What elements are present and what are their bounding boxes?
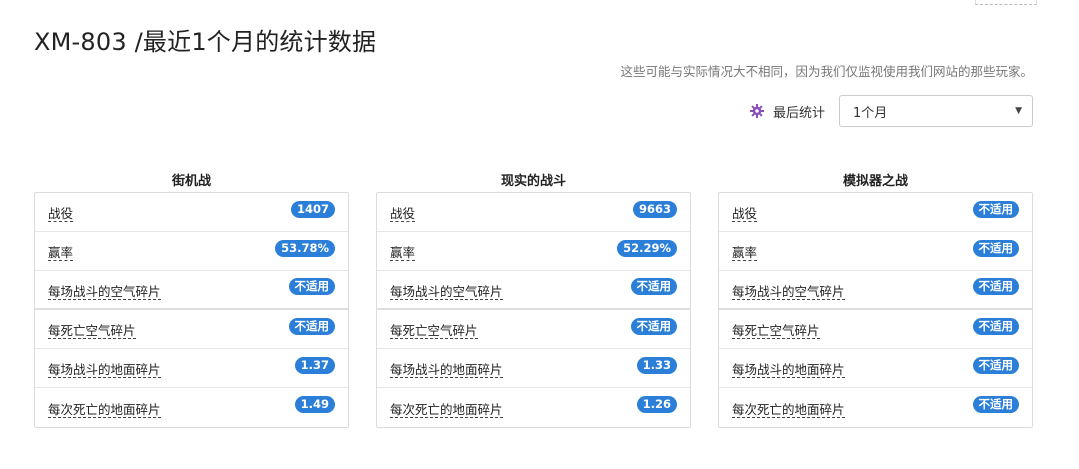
period-select-value: 1个月	[853, 105, 888, 121]
stat-row: 每场战斗的空气碎片 不适用	[719, 271, 1032, 310]
stat-label[interactable]: 赢率	[732, 245, 758, 261]
chevron-down-icon: ▼	[1015, 106, 1022, 116]
stat-row: 赢率 不适用	[719, 232, 1032, 271]
stat-badge: 53.78%	[275, 239, 335, 257]
stats-panel: 战役 1407 赢率 53.78% 每场战斗的空气碎片 不适用 每死亡空气碎片 …	[34, 192, 349, 428]
column-title: 街机战	[171, 174, 211, 189]
stats-panel: 战役 不适用 赢率 不适用 每场战斗的空气碎片 不适用 每死亡空气碎片 不适用 …	[718, 192, 1033, 428]
stat-badge: 不适用	[972, 317, 1019, 335]
stat-badge: 不适用	[630, 317, 677, 335]
stat-row: 赢率 53.78%	[35, 232, 348, 271]
last-stats-label: 最后统计	[772, 105, 825, 121]
stats-column-arcade: 街机战 战役 1407 赢率 53.78% 每场战斗的空气碎片 不适用 每死亡空…	[34, 172, 349, 428]
stat-row: 赢率 52.29%	[377, 232, 690, 271]
stat-row: 每次死亡的地面碎片 1.49	[35, 388, 348, 427]
stat-row: 每死亡空气碎片 不适用	[377, 310, 690, 349]
stat-row: 每场战斗的空气碎片 不适用	[377, 271, 690, 310]
stat-badge: 9663	[632, 200, 677, 218]
stat-label[interactable]: 战役	[48, 206, 74, 222]
stat-label[interactable]: 战役	[732, 206, 758, 222]
stat-badge: 1407	[290, 200, 335, 218]
stat-label[interactable]: 每场战斗的地面碎片	[48, 362, 161, 378]
stat-label[interactable]: 每场战斗的空气碎片	[48, 284, 161, 300]
stat-row: 每死亡空气碎片 不适用	[719, 310, 1032, 349]
stat-label[interactable]: 每死亡空气碎片	[732, 323, 820, 339]
stat-label[interactable]: 每场战斗的地面碎片	[390, 362, 503, 378]
column-title: 模拟器之战	[842, 174, 908, 189]
stat-badge: 不适用	[972, 356, 1019, 374]
period-select[interactable]: 1个月 ▼	[839, 95, 1033, 127]
column-title: 现实的战斗	[500, 174, 566, 189]
stat-badge: 52.29%	[617, 239, 677, 257]
stat-badge: 不适用	[630, 278, 677, 295]
stat-label[interactable]: 每次死亡的地面碎片	[732, 402, 845, 418]
stat-label[interactable]: 战役	[390, 206, 416, 222]
stat-row: 每场战斗的空气碎片 不适用	[35, 271, 348, 310]
stat-label[interactable]: 每死亡空气碎片	[390, 323, 478, 339]
stat-badge: 不适用	[972, 396, 1019, 413]
stat-badge: 不适用	[972, 278, 1019, 295]
stat-label[interactable]: 赢率	[390, 245, 416, 261]
stat-label[interactable]: 每场战斗的地面碎片	[732, 362, 845, 378]
stat-row: 每场战斗的地面碎片 1.37	[35, 349, 348, 388]
stat-badge: 不适用	[288, 317, 335, 335]
stat-label[interactable]: 赢率	[48, 245, 74, 261]
stats-panel: 战役 9663 赢率 52.29% 每场战斗的空气碎片 不适用 每死亡空气碎片 …	[376, 192, 691, 428]
stat-row: 战役 不适用	[719, 193, 1032, 232]
stat-badge: 不适用	[288, 278, 335, 295]
stat-label[interactable]: 每次死亡的地面碎片	[48, 402, 161, 418]
stat-label[interactable]: 每死亡空气碎片	[48, 323, 136, 339]
stat-badge: 不适用	[972, 200, 1019, 218]
stat-badge: 1.37	[294, 356, 335, 374]
stat-row: 每死亡空气碎片 不适用	[35, 310, 348, 349]
stats-period-controls: 最后统计 1个月 ▼	[749, 94, 1033, 128]
stat-row: 每次死亡的地面碎片 1.26	[377, 388, 690, 427]
stat-row: 战役 1407	[35, 193, 348, 232]
top-edge-fragment	[975, 0, 1037, 5]
stat-row: 每次死亡的地面碎片 不适用	[719, 388, 1032, 427]
stat-label[interactable]: 每场战斗的空气碎片	[732, 284, 845, 300]
page-title: XM-803 /最近1个月的统计数据	[34, 28, 377, 56]
stats-column-simulator: 模拟器之战 战役 不适用 赢率 不适用 每场战斗的空气碎片 不适用 每死亡空气碎…	[718, 172, 1033, 428]
stat-row: 战役 9663	[377, 193, 690, 232]
stat-badge: 1.26	[636, 396, 677, 413]
stat-label[interactable]: 每次死亡的地面碎片	[390, 402, 503, 418]
stats-column-realistic: 现实的战斗 战役 9663 赢率 52.29% 每场战斗的空气碎片 不适用 每死…	[376, 172, 691, 428]
stat-badge: 不适用	[972, 239, 1019, 257]
gear-icon	[749, 103, 765, 119]
stat-row: 每场战斗的地面碎片 不适用	[719, 349, 1032, 388]
stat-row: 每场战斗的地面碎片 1.33	[377, 349, 690, 388]
stat-label[interactable]: 每场战斗的空气碎片	[390, 284, 503, 300]
stat-badge: 1.49	[294, 396, 335, 413]
disclaimer-text: 这些可能与实际情况大不相同，因为我们仅监视使用我们网站的那些玩家。	[620, 64, 1033, 79]
stat-badge: 1.33	[636, 356, 677, 374]
